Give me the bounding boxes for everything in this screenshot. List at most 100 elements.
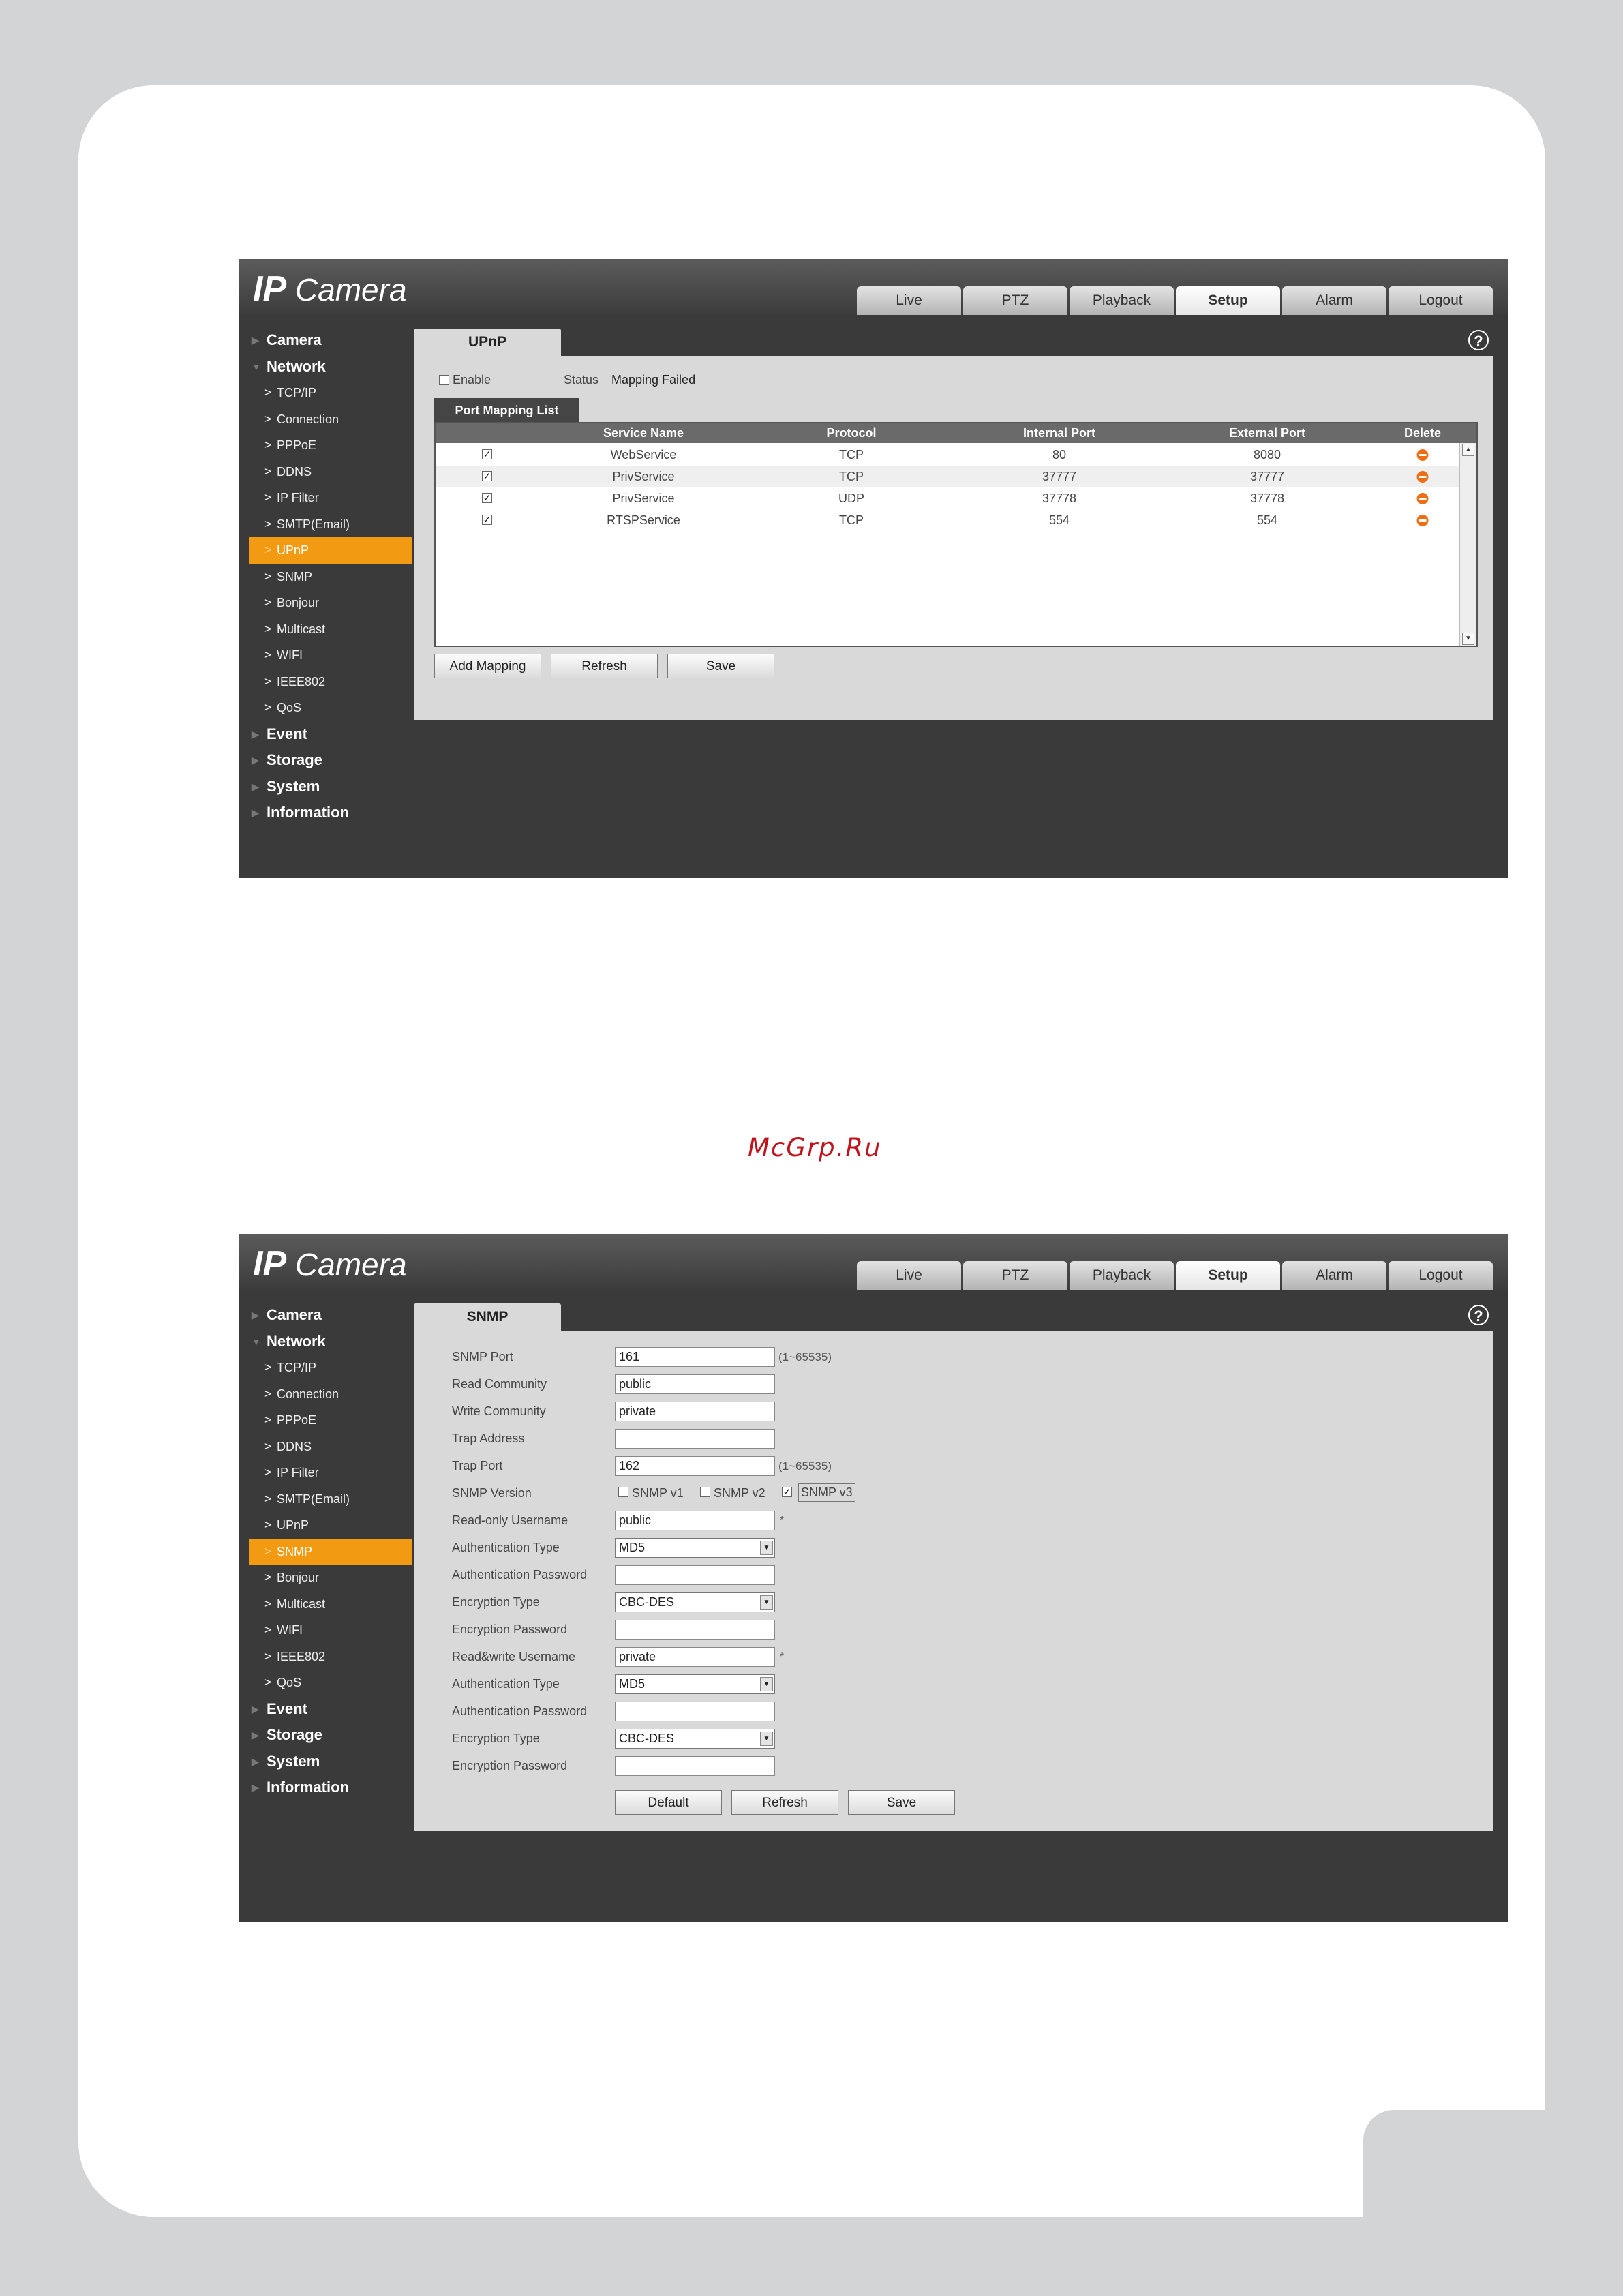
tab-upnp[interactable]: UPnP bbox=[414, 329, 561, 356]
tab-logout[interactable]: Logout bbox=[1389, 286, 1493, 315]
rw-encryption-type-select[interactable]: CBC-DES ▼ bbox=[615, 1729, 775, 1749]
tab-setup[interactable]: Setup bbox=[1176, 1261, 1280, 1290]
row-checkbox[interactable]: ✓ bbox=[482, 515, 492, 525]
rw-encryption-password-input[interactable] bbox=[615, 1756, 775, 1776]
sidebar-item-ip-filter[interactable]: > IP Filter bbox=[249, 485, 412, 511]
readonly-username-input[interactable]: public bbox=[615, 1511, 775, 1530]
sidebar-network[interactable]: ▼ Network bbox=[249, 354, 412, 380]
delete-icon[interactable] bbox=[1416, 493, 1429, 504]
snmp-v2-checkbox[interactable] bbox=[700, 1487, 710, 1497]
save-button[interactable]: Save bbox=[848, 1790, 955, 1815]
sidebar-item-smtp[interactable]: > SMTP(Email) bbox=[249, 1486, 412, 1513]
read-community-input[interactable]: public bbox=[615, 1374, 775, 1394]
sidebar-camera[interactable]: ▶ Camera bbox=[249, 327, 412, 354]
trap-port-input[interactable]: 162 bbox=[615, 1456, 775, 1476]
upnp-panel: UPnP ? Enable Status Mapping Failed Port… bbox=[414, 329, 1493, 720]
sidebar-event[interactable]: ▶ Event bbox=[249, 1696, 412, 1723]
save-button[interactable]: Save bbox=[667, 654, 774, 678]
sidebar-camera[interactable]: ▶ Camera bbox=[249, 1302, 412, 1329]
sidebar-item-wifi[interactable]: > WIFI bbox=[249, 642, 412, 669]
tab-playback[interactable]: Playback bbox=[1070, 1261, 1174, 1290]
sidebar-item-ieee802[interactable]: > IEEE802 bbox=[249, 669, 412, 695]
tab-logout[interactable]: Logout bbox=[1389, 1261, 1493, 1290]
sidebar-item-qos[interactable]: > QoS bbox=[249, 695, 412, 721]
add-mapping-button[interactable]: Add Mapping bbox=[434, 654, 541, 678]
sidebar-item-ddns[interactable]: > DDNS bbox=[249, 459, 412, 485]
row-checkbox[interactable]: ✓ bbox=[482, 493, 492, 503]
refresh-button[interactable]: Refresh bbox=[731, 1790, 838, 1815]
default-button[interactable]: Default bbox=[615, 1790, 722, 1815]
snmp-v3-checkbox[interactable]: ✓ bbox=[782, 1487, 792, 1497]
sidebar-item-multicast[interactable]: > Multicast bbox=[249, 616, 412, 643]
sidebar-information[interactable]: ▶ Information bbox=[249, 800, 412, 826]
refresh-button[interactable]: Refresh bbox=[551, 654, 658, 678]
sidebar-item-bonjour[interactable]: > Bonjour bbox=[249, 590, 412, 616]
table-scrollbar[interactable]: ▲ ▼ bbox=[1459, 443, 1476, 646]
sidebar-item-tcpip[interactable]: > TCP/IP bbox=[249, 380, 412, 406]
rw-auth-password-input[interactable] bbox=[615, 1702, 775, 1721]
enable-label: Enable bbox=[453, 373, 491, 387]
tab-live[interactable]: Live bbox=[857, 286, 961, 315]
rw-auth-type-select[interactable]: MD5 ▼ bbox=[615, 1674, 775, 1694]
tab-alarm[interactable]: Alarm bbox=[1282, 1261, 1386, 1290]
sidebar-item-ip-filter[interactable]: > IP Filter bbox=[249, 1460, 412, 1486]
chevron-right-icon: > bbox=[264, 1413, 271, 1426]
sidebar-item-upnp[interactable]: > UPnP bbox=[249, 537, 412, 564]
scroll-up-icon[interactable]: ▲ bbox=[1462, 444, 1474, 456]
tab-snmp[interactable]: SNMP bbox=[414, 1303, 561, 1331]
col-internal-port: Internal Port bbox=[1022, 426, 1096, 440]
collapsed-arrow-icon: ▶ bbox=[252, 1310, 259, 1320]
ro-encryption-type-select[interactable]: CBC-DES ▼ bbox=[615, 1592, 775, 1612]
delete-icon[interactable] bbox=[1416, 449, 1429, 461]
sidebar-item-pppoe[interactable]: > PPPoE bbox=[249, 432, 412, 459]
sidebar-item-tcpip[interactable]: > TCP/IP bbox=[249, 1355, 412, 1381]
enable-checkbox[interactable] bbox=[439, 375, 449, 385]
ro-encryption-password-input[interactable] bbox=[615, 1620, 775, 1640]
delete-icon[interactable] bbox=[1416, 471, 1429, 483]
snmp-port-label: SNMP Port bbox=[452, 1350, 513, 1363]
tab-alarm[interactable]: Alarm bbox=[1282, 286, 1386, 315]
sidebar-item-snmp[interactable]: > SNMP bbox=[249, 1538, 412, 1565]
write-community-input[interactable]: private bbox=[615, 1402, 775, 1421]
sidebar-system[interactable]: ▶ System bbox=[249, 774, 412, 800]
row-checkbox[interactable]: ✓ bbox=[482, 449, 492, 459]
sidebar-item-wifi[interactable]: > WIFI bbox=[249, 1617, 412, 1644]
tab-live[interactable]: Live bbox=[857, 1261, 961, 1290]
tab-ptz[interactable]: PTZ bbox=[963, 286, 1067, 315]
sidebar-storage[interactable]: ▶ Storage bbox=[249, 1722, 412, 1749]
tab-ptz[interactable]: PTZ bbox=[963, 1261, 1067, 1290]
sidebar-item-snmp[interactable]: > SNMP bbox=[249, 564, 412, 590]
trap-address-input[interactable] bbox=[615, 1429, 775, 1449]
sidebar-event[interactable]: ▶ Event bbox=[249, 721, 412, 748]
sidebar-network[interactable]: ▼ Network bbox=[249, 1329, 412, 1355]
sidebar-storage[interactable]: ▶ Storage bbox=[249, 747, 412, 774]
sidebar-item-pppoe[interactable]: > PPPoE bbox=[249, 1407, 412, 1434]
row-checkbox[interactable]: ✓ bbox=[482, 471, 492, 481]
chevron-right-icon: > bbox=[264, 701, 271, 714]
help-icon[interactable]: ? bbox=[1468, 1305, 1489, 1325]
snmp-v1-checkbox[interactable] bbox=[618, 1487, 628, 1497]
scroll-down-icon[interactable]: ▼ bbox=[1462, 633, 1474, 645]
sidebar-information[interactable]: ▶ Information bbox=[249, 1774, 412, 1801]
app-logo: IP Camera bbox=[253, 1244, 407, 1284]
sidebar-item-upnp[interactable]: > UPnP bbox=[249, 1512, 412, 1539]
sidebar-item-qos[interactable]: > QoS bbox=[249, 1670, 412, 1696]
tab-playback[interactable]: Playback bbox=[1070, 286, 1174, 315]
chevron-right-icon: > bbox=[264, 1387, 271, 1400]
sidebar-item-bonjour[interactable]: > Bonjour bbox=[249, 1565, 412, 1591]
ro-auth-type-select[interactable]: MD5 ▼ bbox=[615, 1538, 775, 1558]
snmp-port-input[interactable]: 161 bbox=[615, 1347, 775, 1367]
page-corner-tab bbox=[1363, 2110, 1547, 2229]
sidebar-item-smtp[interactable]: > SMTP(Email) bbox=[249, 511, 412, 538]
readwrite-username-input[interactable]: private bbox=[615, 1647, 775, 1667]
ro-auth-password-input[interactable] bbox=[615, 1565, 775, 1585]
sidebar-item-ddns[interactable]: > DDNS bbox=[249, 1434, 412, 1460]
sidebar-system[interactable]: ▶ System bbox=[249, 1749, 412, 1775]
sidebar-item-multicast[interactable]: > Multicast bbox=[249, 1591, 412, 1618]
sidebar-item-connection[interactable]: > Connection bbox=[249, 1381, 412, 1408]
sidebar-item-ieee802[interactable]: > IEEE802 bbox=[249, 1644, 412, 1670]
help-icon[interactable]: ? bbox=[1468, 330, 1489, 350]
sidebar-item-connection[interactable]: > Connection bbox=[249, 406, 412, 433]
delete-icon[interactable] bbox=[1416, 515, 1429, 526]
tab-setup[interactable]: Setup bbox=[1176, 286, 1280, 315]
